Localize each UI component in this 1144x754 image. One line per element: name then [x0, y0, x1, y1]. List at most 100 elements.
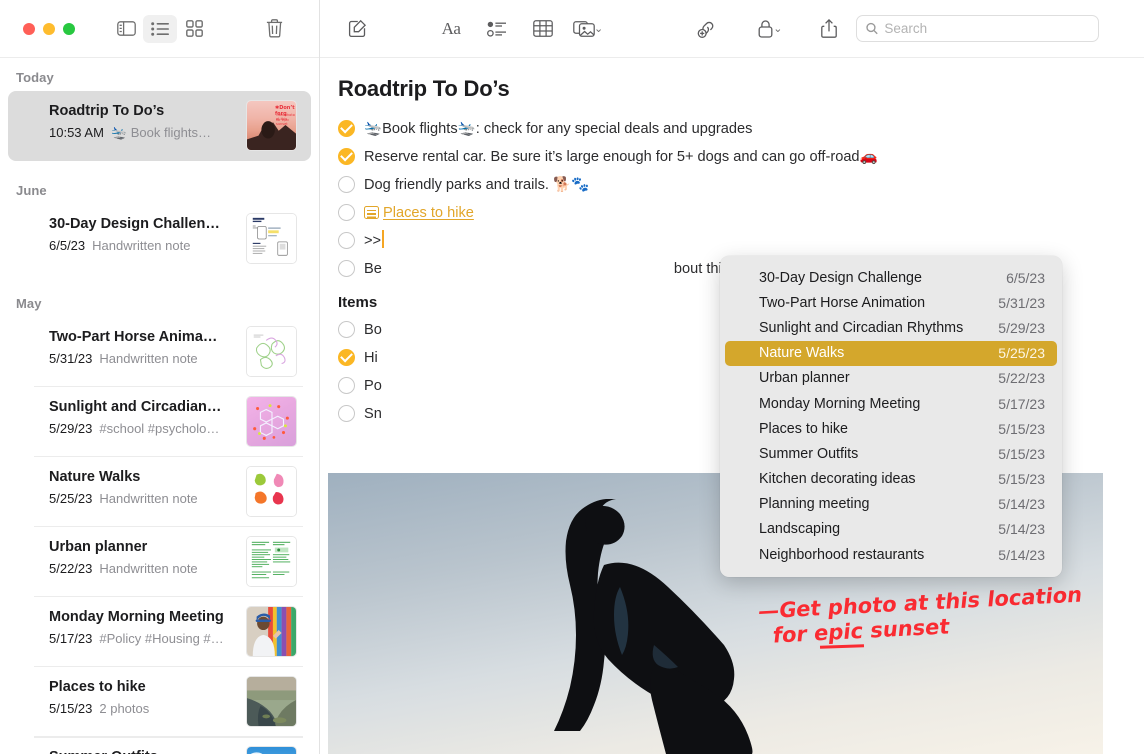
format-text-icon[interactable]: Aa	[432, 14, 470, 44]
list-item[interactable]: 30-Day Design Challen… 6/5/23Handwritten…	[8, 204, 311, 274]
checkbox-checked-icon[interactable]	[338, 148, 355, 165]
dropdown-item-title: Urban planner	[759, 370, 850, 386]
dropdown-item-title: 30-Day Design Challenge	[759, 270, 922, 286]
checkbox-unchecked-icon[interactable]	[338, 260, 355, 277]
checkbox-unchecked-icon[interactable]	[338, 321, 355, 338]
search-field[interactable]	[856, 15, 1099, 42]
zoom-button[interactable]	[63, 23, 75, 35]
list-item[interactable]: Places to hike 5/15/232 photos	[8, 667, 311, 737]
dropdown-item-selected[interactable]: Nature Walks 5/25/23	[725, 341, 1057, 366]
checkbox-unchecked-icon[interactable]	[338, 377, 355, 394]
dropdown-item-title: Landscaping	[759, 521, 840, 537]
note-row-text: Sunlight and Circadian… 5/29/23 #school #…	[22, 396, 240, 438]
checkbox-unchecked-icon[interactable]	[338, 232, 355, 249]
share-icon[interactable]	[810, 14, 848, 44]
checklist-item-text: Reserve rental car. Be sure it’s large e…	[364, 146, 878, 168]
note-thumbnail	[246, 536, 297, 587]
note-date: 5/29/23	[49, 421, 92, 436]
checkbox-checked-icon[interactable]	[338, 349, 355, 366]
dropdown-item[interactable]: Neighborhood restaurants 5/14/23	[725, 542, 1057, 567]
sidebar: Today Roadtrip To Do’s 10:53 AM🛬 Book fl…	[0, 0, 320, 754]
note-link-dropdown[interactable]: 30-Day Design Challenge 6/5/23 Two-Part …	[720, 256, 1062, 577]
note-thumbnail	[246, 213, 297, 264]
dropdown-item[interactable]: Summer Outfits 5/15/23	[725, 441, 1057, 466]
note-row-text: 30-Day Design Challen… 6/5/23Handwritten…	[22, 213, 240, 255]
close-button[interactable]	[23, 23, 35, 35]
checklist-item-text: Sn	[364, 403, 382, 425]
note-preview: Handwritten note	[92, 238, 190, 253]
sidebar-toggle-icon[interactable]	[109, 15, 143, 43]
note-meta: 5/29/23 #school #psycholo…	[49, 419, 240, 438]
note-title: Nature Walks	[49, 468, 240, 487]
list-item[interactable]: Two-Part Horse Anima… 5/31/23Handwritten…	[8, 317, 311, 387]
note-title: Monday Morning Meeting	[49, 608, 240, 627]
note-thumbnail	[246, 746, 297, 754]
window-controls	[23, 23, 75, 35]
list-item[interactable]: Summer Outfits	[8, 737, 311, 754]
add-link-icon[interactable]	[687, 14, 725, 44]
checkbox-unchecked-icon[interactable]	[338, 204, 355, 221]
note-date: 5/15/23	[49, 701, 92, 716]
dropdown-item[interactable]: Landscaping 5/14/23	[725, 517, 1057, 542]
dropdown-item[interactable]: Kitchen decorating ideas 5/15/23	[725, 467, 1057, 492]
minimize-button[interactable]	[43, 23, 55, 35]
list-item[interactable]: Monday Morning Meeting 5/17/23#Policy #H…	[8, 597, 311, 667]
dropdown-item-date: 5/22/23	[998, 370, 1045, 386]
checklist-item[interactable]: Places to hike	[338, 202, 1122, 224]
note-row-text: Places to hike 5/15/232 photos	[22, 676, 240, 718]
dropdown-item[interactable]: Planning meeting 5/14/23	[725, 492, 1057, 517]
checklist-item-text: Po	[364, 375, 382, 397]
notes-list[interactable]: Today Roadtrip To Do’s 10:53 AM🛬 Book fl…	[0, 58, 319, 754]
list-item[interactable]: Urban planner 5/22/23Handwritten note	[8, 527, 311, 597]
gallery-view-icon[interactable]	[177, 15, 211, 43]
dropdown-item[interactable]: Places to hike 5/15/23	[725, 416, 1057, 441]
checklist-item-text: Dog friendly parks and trails. 🐕🐾	[364, 174, 589, 196]
dropdown-item-date: 5/29/23	[998, 320, 1045, 336]
dropdown-item-title: Nature Walks	[759, 345, 844, 361]
note-meta: 5/22/23Handwritten note	[49, 559, 240, 578]
checklist-icon[interactable]	[478, 14, 516, 44]
note-editor-pane: Aa	[320, 0, 1144, 754]
dropdown-item[interactable]: Urban planner 5/22/23	[725, 366, 1057, 391]
checklist-item-active[interactable]: >>	[338, 230, 1122, 252]
list-item[interactable]: Sunlight and Circadian… 5/29/23 #school #…	[8, 387, 311, 457]
dog-paw-icon: 🐕🐾	[553, 176, 589, 193]
group-header-may: May	[0, 274, 319, 317]
list-view-icon[interactable]	[143, 15, 177, 43]
dropdown-item[interactable]: Two-Part Horse Animation 5/31/23	[725, 290, 1057, 315]
checklist-item[interactable]: Reserve rental car. Be sure it’s large e…	[338, 146, 1122, 168]
delete-note-icon[interactable]	[257, 15, 291, 43]
typed-text: >>	[364, 233, 381, 249]
dropdown-item[interactable]: 30-Day Design Challenge 6/5/23	[725, 265, 1057, 290]
media-chevron-down-icon[interactable]: ⌄	[594, 22, 603, 35]
checkbox-unchecked-icon[interactable]	[338, 176, 355, 193]
note-meta: 5/31/23Handwritten note	[49, 349, 240, 368]
note-preview: Handwritten note	[99, 351, 197, 366]
list-item[interactable]: Roadtrip To Do’s 10:53 AM🛬 Book flights……	[8, 91, 311, 161]
dropdown-item-date: 5/15/23	[998, 446, 1045, 462]
dropdown-item-title: Kitchen decorating ideas	[759, 471, 916, 487]
list-item[interactable]: Nature Walks 5/25/23Handwritten note	[8, 457, 311, 527]
dropdown-item[interactable]: Sunlight and Circadian Rhythms 5/29/23	[725, 315, 1057, 340]
search-input[interactable]	[884, 21, 1089, 36]
lock-chevron-down-icon[interactable]: ⌄	[773, 22, 782, 35]
note-thumbnail	[246, 396, 297, 447]
dropdown-item-title: Summer Outfits	[759, 446, 858, 462]
compose-note-icon[interactable]	[338, 14, 376, 44]
note-link[interactable]: Places to hike	[383, 205, 474, 221]
note-title: Sunlight and Circadian…	[49, 398, 240, 417]
checkbox-checked-icon[interactable]	[338, 120, 355, 137]
checkbox-unchecked-icon[interactable]	[338, 405, 355, 422]
note-row-text: Monday Morning Meeting 5/17/23#Policy #H…	[22, 606, 240, 648]
note-row-text: Two-Part Horse Anima… 5/31/23Handwritten…	[22, 326, 240, 368]
checklist-item[interactable]: 🛬Book flights🛬: check for any special de…	[338, 118, 1122, 140]
checklist-item-text: Hi	[364, 347, 378, 369]
dropdown-item[interactable]: Monday Morning Meeting 5/17/23	[725, 391, 1057, 416]
note-row-text: Urban planner 5/22/23Handwritten note	[22, 536, 240, 578]
checklist-item[interactable]: Dog friendly parks and trails. 🐕🐾	[338, 174, 1122, 196]
table-icon[interactable]	[524, 14, 562, 44]
note-title: Urban planner	[49, 538, 240, 557]
note-preview: #school #psycholo…	[99, 421, 219, 436]
note-title: Summer Outfits	[49, 748, 240, 754]
note-preview: Handwritten note	[99, 491, 197, 506]
